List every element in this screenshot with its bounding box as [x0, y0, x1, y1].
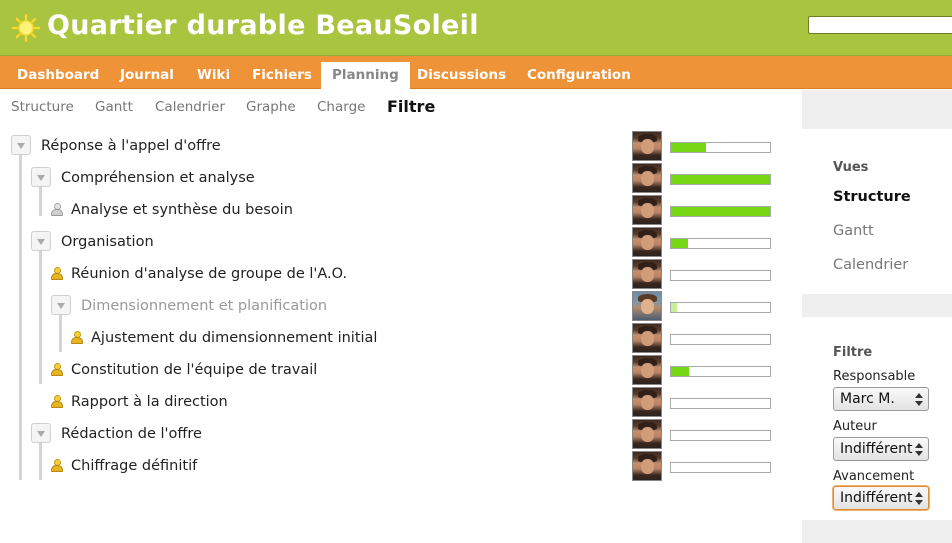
select-arrows-icon	[915, 490, 923, 506]
task-tree: Réponse à l'appel d'offre Compréhension …	[0, 128, 800, 488]
filter-panel: Filtre Responsable Marc M. Auteur Indiff…	[802, 317, 952, 520]
views-heading: Vues	[833, 160, 869, 175]
responsable-select[interactable]: Marc M.	[833, 387, 929, 411]
views-panel: Vues Structure Gantt Calendrier	[802, 129, 952, 294]
progress-bar	[670, 174, 771, 185]
subtab-charge[interactable]: Charge	[317, 99, 365, 115]
subtab-structure[interactable]: Structure	[11, 99, 74, 115]
progress-bar	[670, 334, 771, 345]
task-row[interactable]: Constitution de l'équipe de travail	[0, 354, 790, 386]
progress-bar	[670, 302, 771, 313]
subtab-gantt[interactable]: Gantt	[95, 99, 133, 115]
task-label[interactable]: Réunion d'analyse de groupe de l'A.O.	[71, 266, 347, 282]
task-label[interactable]: Chiffrage définitif	[71, 458, 197, 474]
progress-bar	[670, 366, 771, 377]
avatar	[632, 419, 662, 449]
person-icon	[71, 331, 83, 345]
tab-wiki[interactable]: Wiki	[186, 62, 241, 89]
progress-bar	[670, 430, 771, 441]
auteur-select[interactable]: Indifférent	[833, 437, 929, 461]
select-arrows-icon	[915, 391, 923, 407]
view-gantt[interactable]: Gantt	[833, 223, 874, 239]
avatar	[632, 291, 662, 321]
right-sidebar: Vues Structure Gantt Calendrier Filtre R…	[802, 90, 952, 543]
task-label[interactable]: Réponse à l'appel d'offre	[41, 138, 221, 154]
app-title: Quartier durable BeauSoleil	[47, 10, 479, 41]
progress-bar	[670, 238, 771, 249]
tab-discussions[interactable]: Discussions	[406, 62, 517, 89]
tab-fichiers[interactable]: Fichiers	[241, 62, 323, 89]
avatar	[632, 195, 662, 225]
collapse-toggle-icon[interactable]	[31, 231, 51, 251]
tab-journal[interactable]: Journal	[109, 62, 185, 89]
responsable-select-value: Marc M.	[840, 391, 895, 407]
filter-label-responsable: Responsable	[833, 369, 916, 384]
progress-bar	[670, 142, 771, 153]
collapse-toggle-icon[interactable]	[31, 423, 51, 443]
task-label[interactable]: Organisation	[61, 234, 154, 250]
avatar	[632, 259, 662, 289]
avatar	[632, 131, 662, 161]
collapse-toggle-icon[interactable]	[31, 167, 51, 187]
task-label[interactable]: Rapport à la direction	[71, 394, 228, 410]
progress-bar	[670, 270, 771, 281]
task-label[interactable]: Compréhension et analyse	[61, 170, 255, 186]
task-label[interactable]: Ajustement du dimensionnement initial	[91, 330, 377, 346]
auteur-select-value: Indifférent	[840, 441, 913, 457]
task-row[interactable]: Rédaction de l'offre	[0, 418, 790, 450]
search-input[interactable]	[808, 16, 952, 34]
person-icon	[51, 395, 63, 409]
person-icon	[51, 459, 63, 473]
task-label[interactable]: Dimensionnement et planification	[81, 298, 327, 314]
avatar	[632, 323, 662, 353]
tab-configuration[interactable]: Configuration	[516, 62, 642, 89]
task-row[interactable]: Réponse à l'appel d'offre	[0, 130, 790, 162]
view-structure[interactable]: Structure	[833, 189, 911, 205]
avatar	[632, 451, 662, 481]
sun-icon	[12, 14, 40, 42]
task-row[interactable]: Compréhension et analyse	[0, 162, 790, 194]
task-label[interactable]: Analyse et synthèse du besoin	[71, 202, 293, 218]
task-row[interactable]: Organisation	[0, 226, 790, 258]
filter-label-auteur: Auteur	[833, 419, 877, 434]
task-row[interactable]: Analyse et synthèse du besoin	[0, 194, 790, 226]
task-row[interactable]: Chiffrage définitif	[0, 450, 790, 482]
collapse-toggle-icon[interactable]	[11, 135, 31, 155]
progress-bar	[670, 206, 771, 217]
avancement-select-value: Indifférent	[840, 490, 913, 506]
task-row[interactable]: Rapport à la direction	[0, 386, 790, 418]
task-row[interactable]: Dimensionnement et planification	[0, 290, 790, 322]
avatar	[632, 227, 662, 257]
subtab-filtre[interactable]: Filtre	[387, 97, 435, 116]
task-row[interactable]: Ajustement du dimensionnement initial	[0, 322, 790, 354]
main-tabbar: Dashboard Journal Wiki Fichiers Planning…	[0, 56, 952, 90]
avatar	[632, 163, 662, 193]
avancement-select[interactable]: Indifférent	[833, 486, 929, 510]
person-icon	[51, 267, 63, 281]
subtab-graphe[interactable]: Graphe	[246, 99, 296, 115]
filter-label-avancement: Avancement	[833, 469, 915, 484]
task-row[interactable]: Réunion d'analyse de groupe de l'A.O.	[0, 258, 790, 290]
avatar	[632, 387, 662, 417]
select-arrows-icon	[915, 441, 923, 457]
app-header: Quartier durable BeauSoleil	[0, 0, 952, 56]
planning-subnav: Structure Gantt Calendrier Graphe Charge…	[0, 90, 800, 126]
progress-bar	[670, 462, 771, 473]
filter-heading: Filtre	[833, 345, 873, 360]
task-label[interactable]: Constitution de l'équipe de travail	[71, 362, 317, 378]
avatar	[632, 355, 662, 385]
progress-bar	[670, 398, 771, 409]
person-icon	[51, 363, 63, 377]
view-calendrier[interactable]: Calendrier	[833, 257, 908, 273]
collapse-toggle-icon[interactable]	[51, 295, 71, 315]
person-grey-icon	[51, 203, 63, 217]
tab-planning[interactable]: Planning	[321, 62, 410, 90]
task-label[interactable]: Rédaction de l'offre	[61, 426, 202, 442]
subtab-calendrier[interactable]: Calendrier	[155, 99, 225, 115]
tab-dashboard[interactable]: Dashboard	[6, 62, 110, 89]
